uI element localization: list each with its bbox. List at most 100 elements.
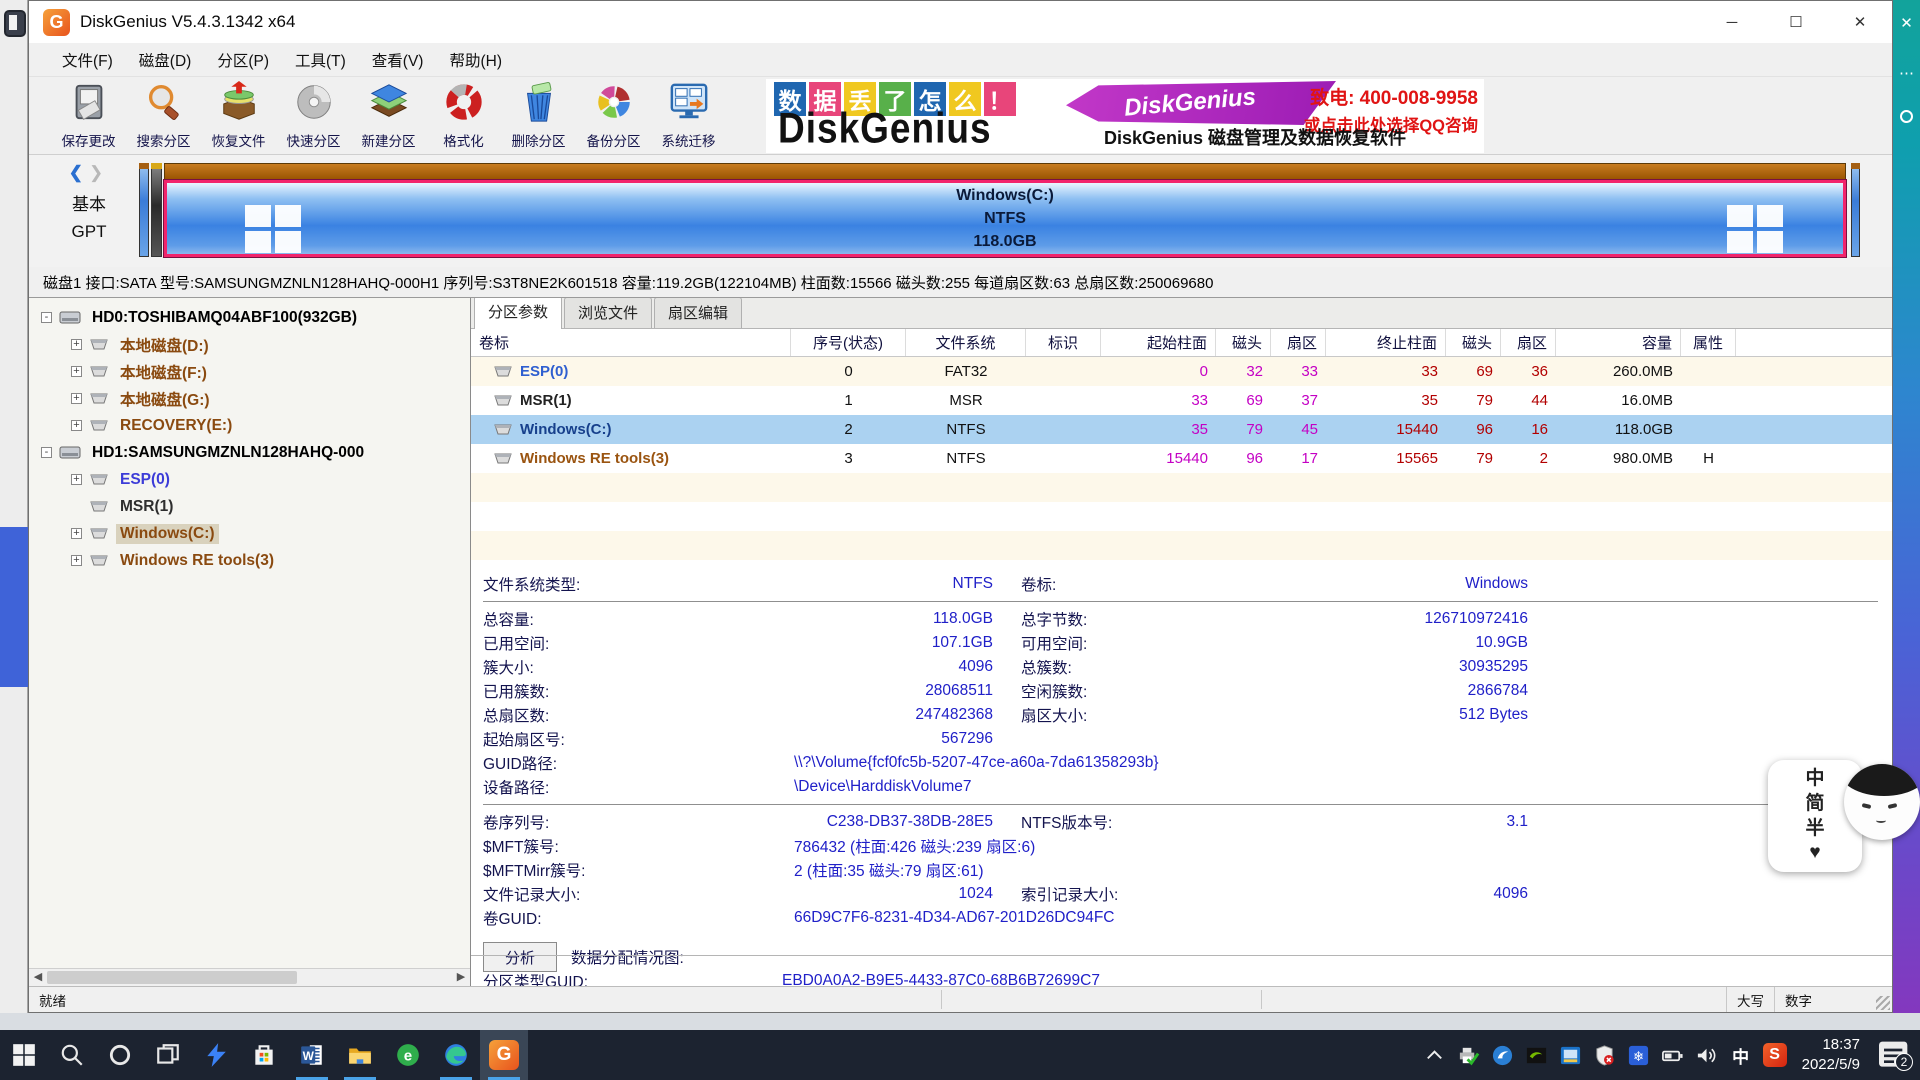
taskbar-icon-word[interactable]: W: [288, 1030, 336, 1080]
partition-block-msr[interactable]: [151, 163, 162, 257]
toolbar-button-save[interactable]: 保存更改: [51, 77, 126, 154]
column-header-10[interactable]: 容量: [1556, 329, 1681, 356]
tab-1[interactable]: 浏览文件: [564, 298, 652, 328]
expand-icon[interactable]: +: [71, 474, 82, 485]
tree-item-1[interactable]: +本地磁盘(D:): [29, 331, 470, 358]
toolbar-button-format[interactable]: 格式化: [426, 77, 501, 154]
table-row[interactable]: MSR(1)1MSR33693735794416.0MB: [471, 386, 1892, 415]
background-more-icon[interactable]: ⋯: [1893, 64, 1920, 82]
table-row[interactable]: Windows(C:)2NTFS357945154409616118.0GB: [471, 415, 1892, 444]
column-header-0[interactable]: 卷标: [471, 329, 791, 356]
menu-item-0[interactable]: 文件(F): [49, 49, 126, 71]
menu-item-4[interactable]: 查看(V): [359, 49, 437, 71]
background-close-icon[interactable]: ✕: [1893, 14, 1920, 32]
prev-disk-arrow-icon[interactable]: ❮: [69, 163, 89, 182]
toolbar-button-quick[interactable]: 快速分区: [276, 77, 351, 154]
toolbar-button-recover[interactable]: 恢复文件: [201, 77, 276, 154]
toolbar-button-migrate[interactable]: 系统迁移: [651, 77, 726, 154]
tree-item-3[interactable]: +本地磁盘(G:): [29, 385, 470, 412]
toolbar-button-new[interactable]: 新建分区: [351, 77, 426, 154]
scroll-left-arrow-icon[interactable]: ◀: [29, 969, 47, 986]
column-header-3[interactable]: 标识: [1026, 329, 1101, 356]
taskbar-icon-start[interactable]: [0, 1030, 48, 1080]
next-disk-arrow-icon[interactable]: ❯: [89, 163, 109, 182]
column-header-9[interactable]: 扇区: [1501, 329, 1556, 356]
close-button[interactable]: ✕: [1828, 1, 1892, 43]
detail-row-3: 簇大小:4096总簇数:30935295: [483, 655, 1892, 679]
column-header-8[interactable]: 磁头: [1446, 329, 1501, 356]
taskbar-icon-browser-green[interactable]: e: [384, 1030, 432, 1080]
column-header-7[interactable]: 终止柱面: [1326, 329, 1446, 356]
tray-chevron-up-icon[interactable]: [1420, 1035, 1450, 1075]
collapse-icon[interactable]: -: [41, 447, 52, 458]
column-header-11[interactable]: 属性: [1681, 329, 1736, 356]
menu-item-3[interactable]: 工具(T): [282, 49, 359, 71]
expand-icon[interactable]: +: [71, 528, 82, 539]
column-header-1[interactable]: 序号(状态): [791, 329, 906, 356]
expand-icon[interactable]: +: [71, 393, 82, 404]
tray-printer-check-icon[interactable]: [1454, 1035, 1484, 1075]
column-header-6[interactable]: 扇区: [1271, 329, 1326, 356]
ime-floating-widget[interactable]: 中简半♥: [1768, 760, 1918, 878]
taskbar-icon-explorer[interactable]: [336, 1030, 384, 1080]
column-header-4[interactable]: 起始柱面: [1101, 329, 1216, 356]
tree-item-2[interactable]: +本地磁盘(F:): [29, 358, 470, 385]
collapse-icon[interactable]: -: [41, 312, 52, 323]
menu-item-5[interactable]: 帮助(H): [436, 49, 515, 71]
status-numlock: 数字: [1774, 987, 1822, 1012]
column-header-5[interactable]: 磁头: [1216, 329, 1271, 356]
tray-battery-icon[interactable]: [1658, 1035, 1688, 1075]
table-row[interactable]: ESP(0)0FAT3203233336936260.0MB: [471, 357, 1892, 386]
tray-nvidia-icon[interactable]: [1522, 1035, 1552, 1075]
expand-icon[interactable]: +: [71, 555, 82, 566]
scroll-right-arrow-icon[interactable]: ▶: [452, 969, 470, 986]
tree-item-5[interactable]: -HD1:SAMSUNGMZNLN128HAHQ-000: [29, 439, 470, 466]
taskbar-icon-store[interactable]: [240, 1030, 288, 1080]
tray-ime-zh[interactable]: 中: [1726, 1035, 1756, 1075]
expand-icon[interactable]: +: [71, 366, 82, 377]
tab-0[interactable]: 分区参数: [474, 298, 562, 329]
taskbar-icon-search[interactable]: [48, 1030, 96, 1080]
analyze-button[interactable]: 分析: [483, 942, 557, 972]
tray-snowflake-icon[interactable]: ❄: [1624, 1035, 1654, 1075]
taskbar-icon-flash-app[interactable]: [192, 1030, 240, 1080]
taskbar-icon-task-view[interactable]: [144, 1030, 192, 1080]
resize-grip[interactable]: [1876, 996, 1890, 1010]
table-row[interactable]: Windows RE tools(3)3NTFS1544096171556579…: [471, 444, 1892, 473]
scrollbar-thumb[interactable]: [47, 971, 297, 984]
tree-item-9[interactable]: +Windows RE tools(3): [29, 547, 470, 574]
partition-block-windows-c[interactable]: Windows(C:) NTFS 118.0GB: [164, 163, 1846, 257]
column-header-2[interactable]: 文件系统: [906, 329, 1026, 356]
menu-item-1[interactable]: 磁盘(D): [126, 49, 205, 71]
tree-item-8[interactable]: +Windows(C:): [29, 520, 470, 547]
taskbar-icon-cortana[interactable]: [96, 1030, 144, 1080]
tree-item-4[interactable]: +RECOVERY(E:): [29, 412, 470, 439]
toolbar-button-search[interactable]: 搜索分区: [126, 77, 201, 154]
tray-volume-icon[interactable]: [1692, 1035, 1722, 1075]
maximize-button[interactable]: ☐: [1764, 1, 1828, 43]
minimize-button[interactable]: ─: [1700, 1, 1764, 43]
expand-icon[interactable]: +: [71, 339, 82, 350]
promo-banner[interactable]: 数据丢了怎么！ DiskGenius DiskGenius 致电: 400-00…: [766, 79, 1484, 153]
partition-block-re-tools[interactable]: [1851, 163, 1860, 257]
tree-item-0[interactable]: -HD0:TOSHIBAMQ04ABF100(932GB): [29, 304, 470, 331]
tree-horizontal-scrollbar[interactable]: ◀ ▶: [29, 968, 470, 986]
toolbar-button-delete[interactable]: 删除分区: [501, 77, 576, 154]
taskbar-icon-edge[interactable]: [432, 1030, 480, 1080]
expand-icon[interactable]: +: [71, 420, 82, 431]
cell-ss: 17: [1271, 450, 1326, 467]
taskbar-clock[interactable]: 18:37 2022/5/9: [1802, 1035, 1860, 1076]
toolbar-button-backup[interactable]: 备份分区: [576, 77, 651, 154]
tray-sogou-icon[interactable]: S: [1760, 1035, 1790, 1075]
tray-intel-graphics-icon[interactable]: [1556, 1035, 1586, 1075]
taskbar-icon-diskgenius[interactable]: G: [480, 1030, 528, 1080]
tray-security-shield-icon[interactable]: [1590, 1035, 1620, 1075]
tray-bluebird-icon[interactable]: [1488, 1035, 1518, 1075]
menu-item-2[interactable]: 分区(P): [204, 49, 282, 71]
partition-block-esp[interactable]: [139, 163, 149, 257]
tree-item-7[interactable]: MSR(1): [29, 493, 470, 520]
tree-item-6[interactable]: +ESP(0): [29, 466, 470, 493]
tab-2[interactable]: 扇区编辑: [654, 298, 742, 328]
detail-row-4: 已用簇数:28068511空闲簇数:2866784: [483, 679, 1892, 703]
notification-center-icon[interactable]: 2: [1874, 1035, 1914, 1075]
